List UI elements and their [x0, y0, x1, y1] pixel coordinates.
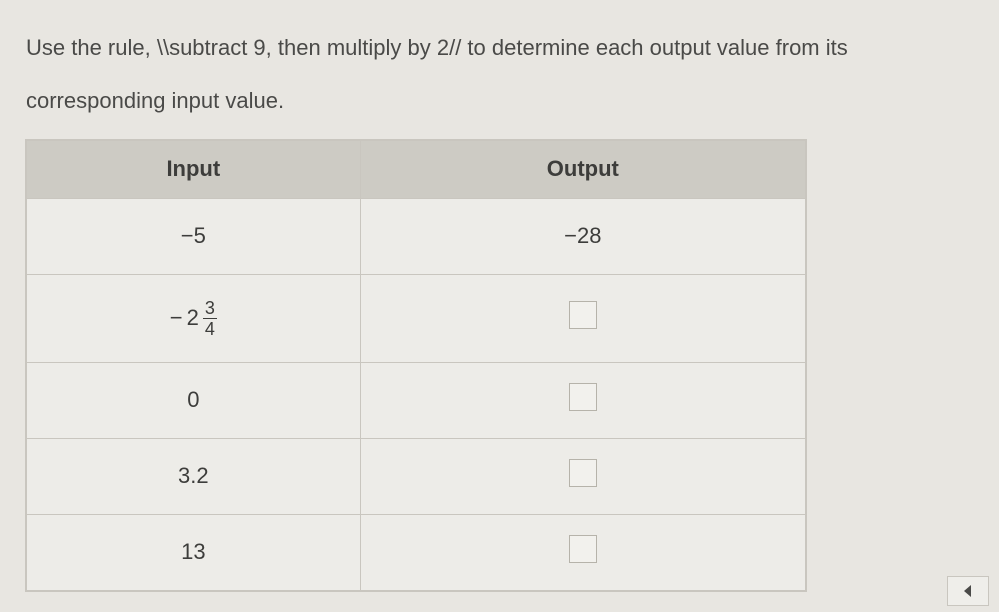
chevron-left-icon: [961, 584, 975, 598]
instruction-line-2: corresponding input value.: [26, 88, 284, 113]
output-cell: −28: [360, 198, 805, 274]
mixed-fraction: −2 3 4: [170, 299, 217, 338]
header-input: Input: [27, 140, 361, 198]
input-cell: −5: [27, 198, 361, 274]
fraction-denominator: 4: [203, 318, 217, 338]
worksheet-page: Use the rule, \\subtract 9, then multipl…: [0, 0, 999, 591]
output-cell: [360, 438, 805, 514]
header-output: Output: [360, 140, 805, 198]
output-cell: [360, 362, 805, 438]
fraction-stack: 3 4: [203, 299, 217, 338]
table-row: 3.2: [27, 438, 806, 514]
io-table: Input Output −5 −28 −2 3 4: [26, 140, 806, 591]
instruction-line-1: Use the rule, \\subtract 9, then multipl…: [26, 35, 848, 60]
fraction-numerator: 3: [203, 299, 217, 318]
answer-input-box[interactable]: [569, 301, 597, 329]
answer-input-box[interactable]: [569, 383, 597, 411]
input-cell: 13: [27, 514, 361, 590]
answer-input-box[interactable]: [569, 535, 597, 563]
table-row: −5 −28: [27, 198, 806, 274]
instruction-text: Use the rule, \\subtract 9, then multipl…: [26, 22, 973, 128]
table-row: 0: [27, 362, 806, 438]
output-cell: [360, 514, 805, 590]
table-row: 13: [27, 514, 806, 590]
previous-button[interactable]: [947, 576, 989, 606]
fraction-whole: 2: [187, 305, 199, 331]
answer-input-box[interactable]: [569, 459, 597, 487]
fraction-sign: −: [170, 305, 183, 331]
output-cell: [360, 274, 805, 362]
input-cell: −2 3 4: [27, 274, 361, 362]
input-cell: 0: [27, 362, 361, 438]
input-cell: 3.2: [27, 438, 361, 514]
table-row: −2 3 4: [27, 274, 806, 362]
